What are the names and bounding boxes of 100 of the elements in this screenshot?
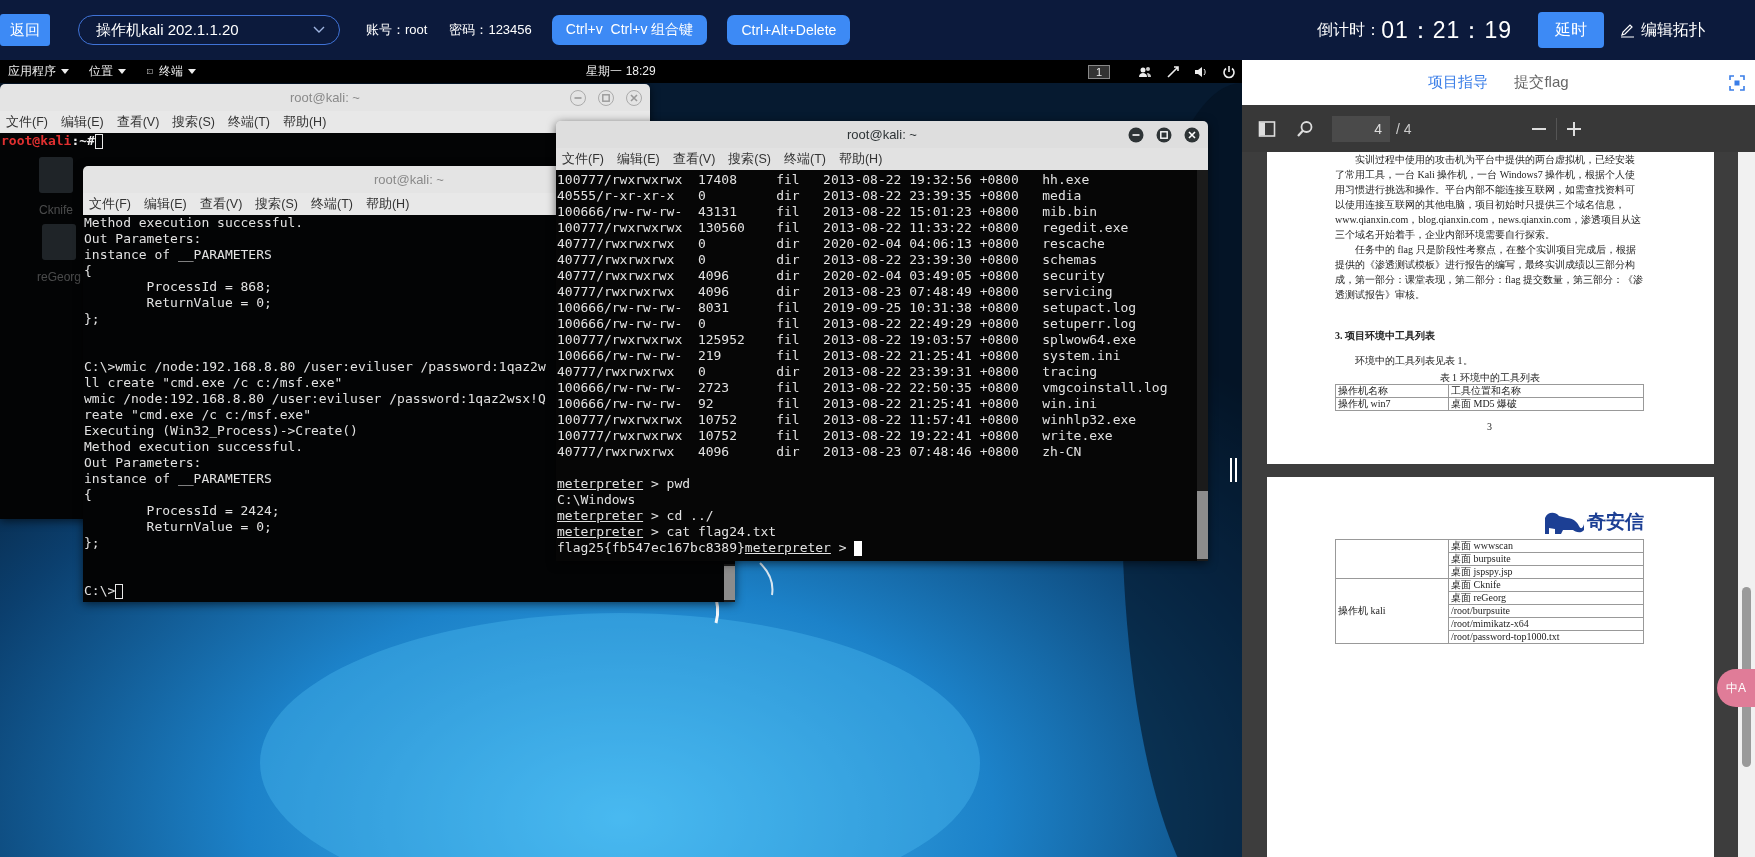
terminal-line: Method execution successful.	[84, 439, 304, 455]
listing-line: 100777/rwxrwxrwx 17408 fil 2013-08-22 19:32:56 +0800 hh.exe	[557, 172, 1090, 188]
terminal-line: Out Parameters:	[84, 231, 202, 247]
listing-line: 100666/rw-rw-rw- 2723 fil 2013-08-22 22:50:35 +0800 vmgcoinstall.log	[557, 380, 1168, 396]
terminal-line: Out Parameters:	[84, 455, 202, 471]
logo-icon	[1543, 510, 1585, 534]
listing-line: 40777/rwxrwxrwx 4096 dir 2013-08-23 07:48:46 +0800 zh-CN	[557, 444, 1082, 460]
table-cell: 桌面 burpsuite	[1448, 552, 1644, 566]
terminal-line: ProcessId = 868;	[145, 279, 272, 295]
network-icon[interactable]	[1166, 64, 1180, 79]
section-heading: 3. 项目环境中工具列表	[1335, 329, 1436, 343]
menu-item[interactable]: 帮助(H)	[282, 113, 327, 131]
expand-icon[interactable]	[1729, 74, 1745, 91]
listing-line: 40777/rwxrwxrwx 0 dir 2013-08-22 23:39:30 +0800 schemas	[557, 252, 1098, 268]
menu-item[interactable]: 文件(F)	[6, 113, 48, 131]
menu-item[interactable]: 帮助(H)	[838, 150, 883, 168]
panel-menu[interactable]: 位置	[89, 63, 126, 80]
people-icon[interactable]	[1138, 64, 1152, 79]
menu-item[interactable]: 搜索(S)	[255, 195, 298, 213]
menu-item[interactable]: 编辑(E)	[143, 195, 187, 213]
maximize-icon[interactable]	[1156, 126, 1172, 143]
table-cell: /root/password-top1000.txt	[1448, 630, 1644, 644]
menu-item[interactable]: 文件(F)	[89, 195, 131, 213]
menu-item[interactable]: 终端(T)	[784, 150, 826, 168]
terminal-line: };	[84, 311, 100, 327]
close-icon[interactable]	[1184, 126, 1200, 143]
terminal-line: C:\>wmic /node:192.168.8.80 /user:eviluser /password:1qaz2w	[84, 359, 546, 375]
table-cell: 桌面 Cknife	[1448, 578, 1644, 592]
table-cell: 操作机 win7	[1335, 397, 1449, 411]
table-caption: 表 1 环境中的工具列表	[1438, 371, 1541, 384]
paragraph: 实训过程中使用的攻击机为平台中提供的两台虚拟机，已经安装了常用工具，一台 Kali 操作机，一台 Windows7 操作机，根据个人使用习惯进行挑选和操作。平台内部不能连接互联网，如需查找资料可以使用连接互联网的其他电脑，项目初始时只提供三个域名信息，www.qianxin.com，blog.qianxin.com，news.qianxin.com，渗透项目从这三个域名开始着手，企业内部环境需要自行探索。	[1335, 153, 1642, 242]
terminal-line: };	[84, 535, 100, 551]
tab[interactable]: 项目指导	[1428, 73, 1489, 92]
table-cell: 桌面 jspspy.jsp	[1448, 565, 1644, 579]
panel-menu[interactable]: 应用程序	[8, 63, 69, 80]
menu-item[interactable]: 文件(F)	[562, 150, 604, 168]
menu-item[interactable]: 查看(V)	[199, 195, 243, 213]
table-cell: 桌面 reGeorg	[1448, 591, 1644, 605]
terminal-line: wmic /node:192.168.8.80 /user:eviluser /password:1qaz2wsx!Q	[84, 391, 546, 407]
listing-line: 40777/rwxrwxrwx 4096 dir 2020-02-04 03:49:05 +0800 security	[557, 268, 1105, 284]
power-icon[interactable]	[1222, 64, 1236, 79]
listing-line: 100777/rwxrwxrwx 125952 fil 2013-08-22 19:03:57 +0800 splwow64.exe	[557, 332, 1137, 348]
search-icon[interactable]	[1296, 119, 1314, 138]
window-title: root@kali: ~	[847, 127, 917, 142]
listing-line: 100666/rw-rw-rw- 92 fil 2013-08-22 21:25:41 +0800 win.ini	[557, 396, 1098, 412]
table-cell: 操作机名称	[1335, 384, 1449, 398]
paragraph: 环境中的工具列表见表 1。	[1354, 354, 1474, 368]
table-cell: 工具位置和名称	[1448, 384, 1644, 398]
terminal-line: {	[84, 263, 92, 279]
menu-item[interactable]: 终端(T)	[228, 113, 270, 131]
page-number: 3	[1486, 421, 1493, 432]
workspace-switcher[interactable]: 1	[1087, 64, 1110, 79]
listing-line: 100666/rw-rw-rw- 8031 fil 2019-09-25 10:31:38 +0800 setupact.log	[557, 300, 1137, 316]
page-count: / 4	[1396, 120, 1412, 137]
listing-line: 100777/rwxrwxrwx 130560 fil 2013-08-22 11:33:22 +0800 regedit.exe	[557, 220, 1129, 236]
menu-item[interactable]: 终端(T)	[311, 195, 353, 213]
countdown-timer: 01：21：19	[1381, 15, 1512, 45]
listing-line: 100666/rw-rw-rw- 219 fil 2013-08-22 21:25:41 +0800 system.ini	[557, 348, 1121, 364]
menu-item[interactable]: 查看(V)	[116, 113, 160, 131]
menu-item[interactable]: 搜索(S)	[728, 150, 771, 168]
minimize-icon[interactable]	[1128, 126, 1144, 143]
tab[interactable]: 提交flag	[1514, 73, 1569, 92]
table-cell: /root/burpsuite	[1448, 604, 1644, 618]
terminal-line: Method execution successful.	[84, 215, 304, 231]
caret-icon	[118, 69, 126, 74]
listing-line: 40777/rwxrwxrwx 0 dir 2013-08-22 23:39:31 +0800 tracing	[557, 364, 1098, 380]
terminal-line: ll create "cmd.exe /c c:/msf.exe"	[84, 375, 343, 391]
icon-label: Cknife	[39, 203, 73, 217]
menu-item[interactable]: 编辑(E)	[60, 113, 104, 131]
scrollbar[interactable]	[1197, 170, 1208, 561]
terminal-line: reate "cmd.exe /c c:/msf.exe"	[84, 407, 311, 423]
window-title: root@kali: ~	[374, 172, 444, 187]
table-cell: /root/mimikatz-x64	[1448, 617, 1644, 631]
menu-item[interactable]: 帮助(H)	[365, 195, 410, 213]
volume-icon[interactable]	[1194, 64, 1208, 79]
shell-prompt: root@kali:~#	[1, 133, 95, 149]
countdown-label: 倒计时：	[1317, 19, 1382, 40]
edit-topology-button[interactable]: 编辑拓扑	[1614, 18, 1711, 42]
terminal-line: instance of __PARAMETERS	[84, 247, 272, 263]
scrollbar[interactable]	[1738, 152, 1755, 857]
caret-icon	[61, 69, 69, 74]
scrollbar[interactable]	[724, 564, 735, 602]
listing-line: 100777/rwxrwxrwx 10752 fil 2013-08-22 11:57:41 +0800 winhlp32.exe	[557, 412, 1137, 428]
sidebar-toggle-icon[interactable]	[1258, 119, 1276, 138]
page-number-field[interactable]: 4	[1332, 115, 1390, 142]
window-title: root@kali: ~	[290, 90, 360, 105]
terminal-line: C:\>	[84, 583, 116, 599]
panel-menu[interactable]: 终端	[146, 63, 196, 80]
resize-handle[interactable]	[1228, 458, 1238, 482]
listing-line: 100777/rwxrwxrwx 10752 fil 2013-08-22 19:22:41 +0800 write.exe	[557, 428, 1113, 444]
menu-item[interactable]: 搜索(S)	[172, 113, 215, 131]
terminal-line: ReturnValue = 0;	[145, 519, 272, 535]
password-label: 密码：123456	[449, 21, 532, 39]
table-cell: 桌面 wwwscan	[1448, 539, 1644, 553]
table-cell: 桌面 MD5 爆破	[1448, 397, 1644, 411]
menu-item[interactable]: 查看(V)	[672, 150, 716, 168]
paragraph: 任务中的 flag 只是阶段性考察点，在整个实训项目完成后，根据提供的《渗透测试模板》进行报告的编写，最终实训成绩以三部分构成，第一部分：课堂表现，第二部分：flag 提交数量，第三部分：《渗透测试报告》审核。	[1335, 243, 1644, 302]
menu-item[interactable]: 编辑(E)	[616, 150, 660, 168]
command-line: meterpreter > pwd	[557, 476, 691, 492]
zoom-in-icon[interactable]	[1564, 119, 1583, 138]
